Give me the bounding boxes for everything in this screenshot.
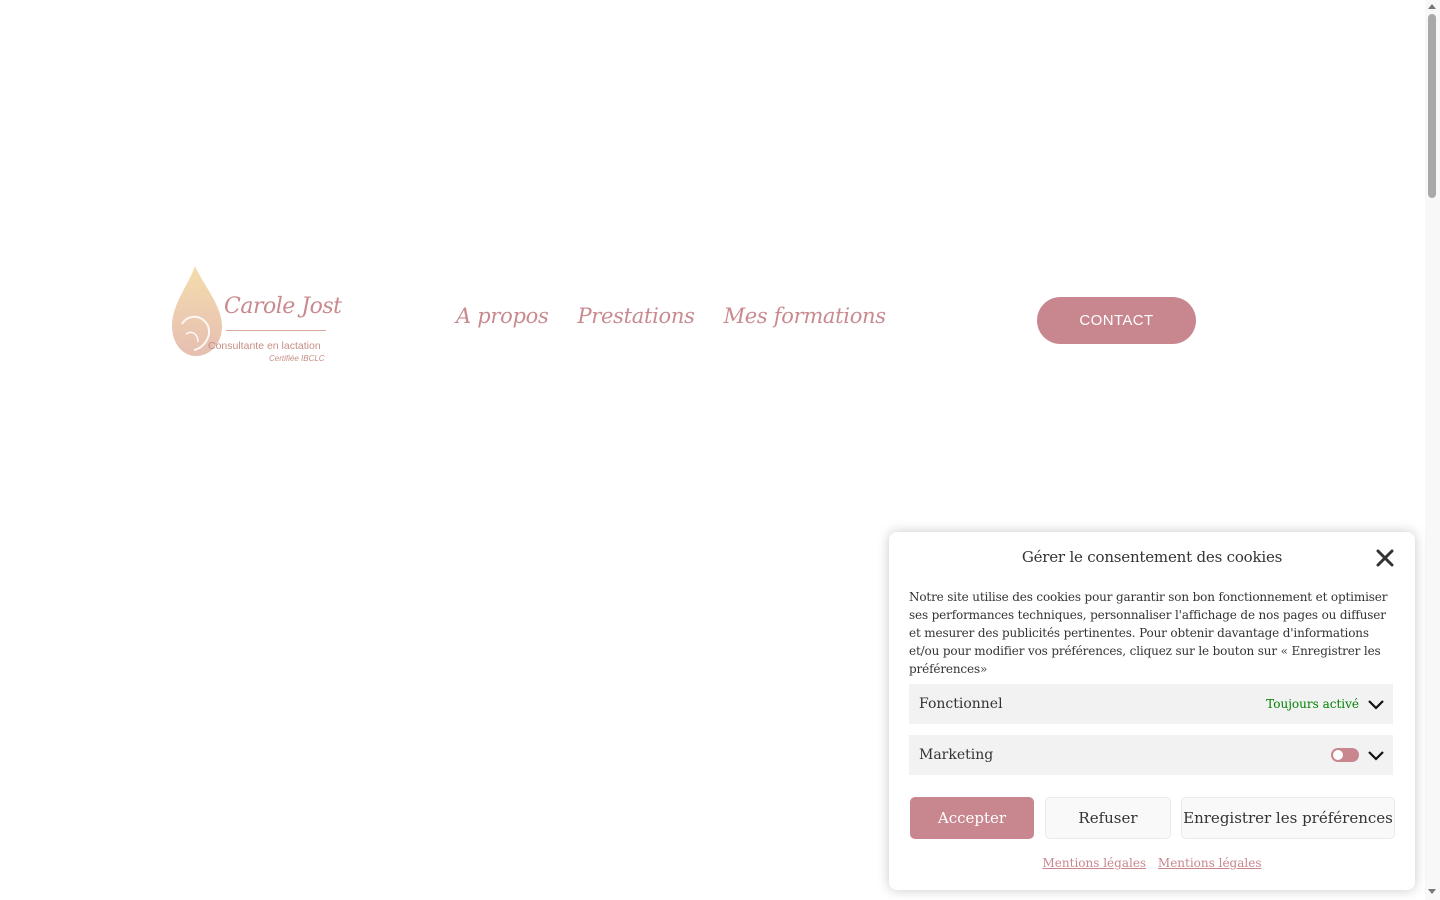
logo-divider <box>226 330 326 331</box>
scroll-thumb[interactable] <box>1428 14 1436 198</box>
cookie-consent-dialog: Gérer le consentement des cookies Notre … <box>889 532 1415 890</box>
legal-link[interactable]: Mentions légales <box>1043 856 1147 870</box>
site-logo[interactable]: Carole Jost Consultante en lactation Cer… <box>168 264 342 368</box>
logo-subtitle: Consultante en lactation <box>208 340 321 352</box>
nav-item-mes-formations[interactable]: Mes formations <box>724 304 886 328</box>
nav-item-a-propos[interactable]: A propos <box>456 304 549 328</box>
chevron-down-icon[interactable] <box>1367 695 1385 713</box>
refuse-button[interactable]: Refuser <box>1045 797 1171 839</box>
always-active-badge: Toujours activé <box>1266 697 1359 711</box>
save-preferences-button[interactable]: Enregistrer les préférences <box>1181 797 1395 839</box>
legal-link[interactable]: Mentions légales <box>1158 856 1262 870</box>
contact-button[interactable]: CONTACT <box>1037 297 1196 344</box>
page-scrollbar[interactable] <box>1425 0 1440 900</box>
scroll-up-arrow-icon[interactable] <box>1428 4 1436 9</box>
cookie-dialog-title: Gérer le consentement des cookies <box>1021 548 1283 566</box>
cookie-description: Notre site utilise des cookies pour gara… <box>909 590 1388 676</box>
scroll-down-arrow-icon[interactable] <box>1428 889 1436 894</box>
nav-item-prestations[interactable]: Prestations <box>577 304 694 328</box>
logo-certification: Certifiée IBCLC <box>269 354 325 363</box>
category-fonctionnel[interactable]: Fonctionnel Toujours activé <box>909 684 1393 724</box>
logo-name: Carole Jost <box>224 294 342 319</box>
category-marketing[interactable]: Marketing <box>909 735 1393 775</box>
main-nav: A propos Prestations Mes formations <box>456 304 886 328</box>
close-icon[interactable] <box>1375 548 1395 568</box>
category-label: Marketing <box>919 747 994 763</box>
chevron-down-icon[interactable] <box>1367 746 1385 764</box>
accept-button[interactable]: Accepter <box>910 797 1034 839</box>
legal-links: Mentions légales Mentions légales <box>889 856 1415 870</box>
category-label: Fonctionnel <box>919 696 1003 712</box>
marketing-toggle[interactable] <box>1331 748 1359 762</box>
